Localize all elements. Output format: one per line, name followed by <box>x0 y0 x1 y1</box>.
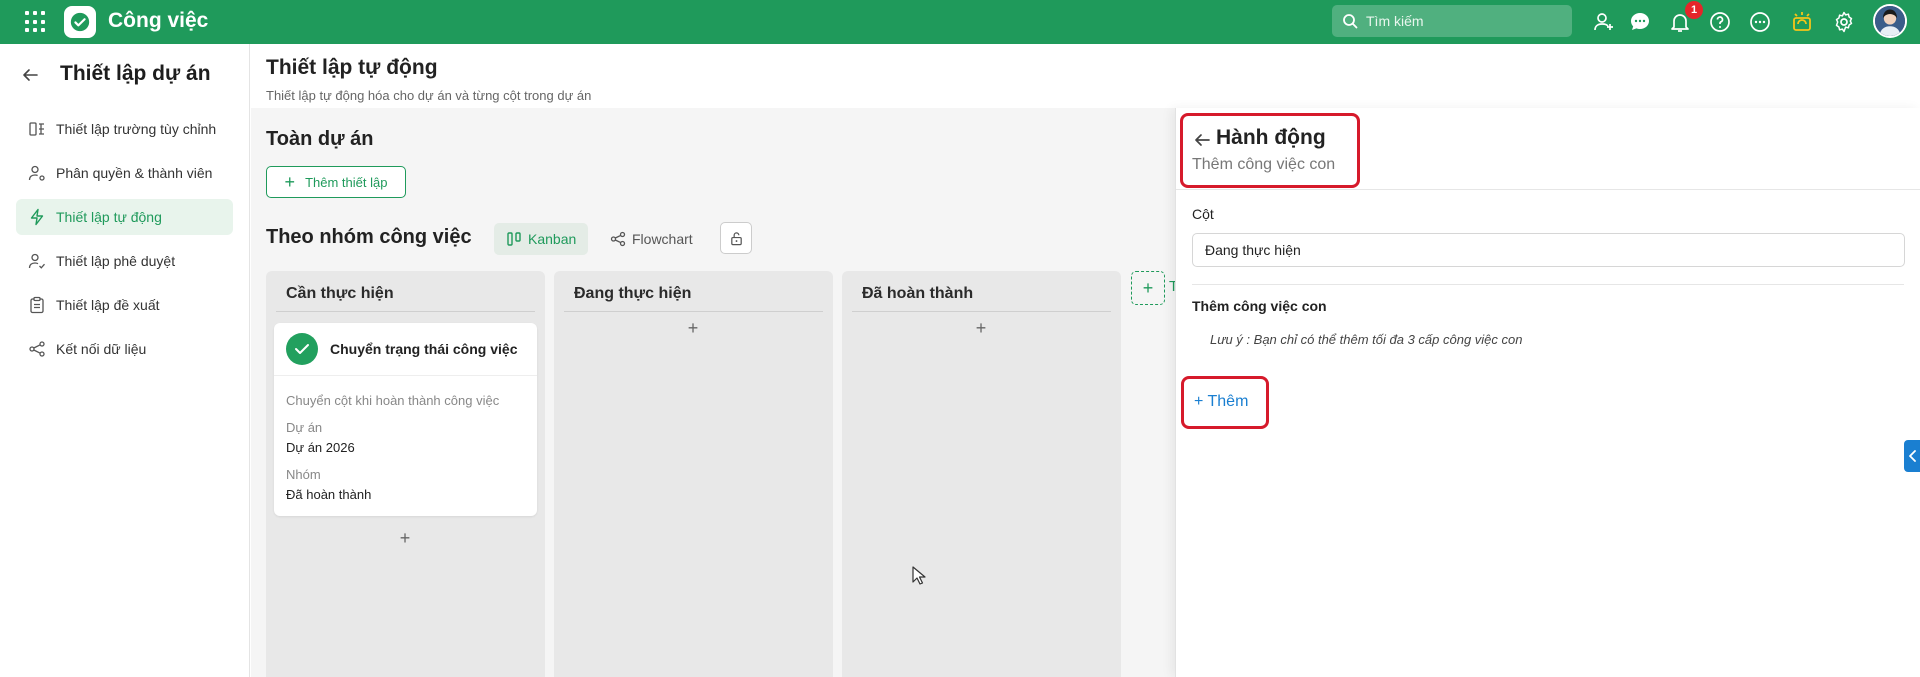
add-column-button[interactable]: + <box>1131 271 1165 305</box>
panel-divider <box>1192 284 1904 285</box>
column-field-label: Cột <box>1192 206 1214 222</box>
more-icon[interactable] <box>1748 10 1772 34</box>
back-arrow-icon[interactable] <box>1192 130 1212 150</box>
plus-icon: + <box>284 172 296 192</box>
tab-kanban-label: Kanban <box>528 231 577 247</box>
lock-button[interactable] <box>720 222 752 254</box>
sidebar-item-label: Thiết lập đề xuất <box>56 297 160 313</box>
app-grid-icon[interactable] <box>25 11 47 33</box>
custom-field-icon <box>29 122 44 136</box>
main-header: Thiết lập tự động Thiết lập tự động hóa … <box>251 44 1920 108</box>
highlight-box <box>1180 113 1360 188</box>
sidebar-item-custom-fields[interactable]: Thiết lập trường tùy chỉnh <box>16 111 233 147</box>
sun-screen-icon[interactable] <box>1790 10 1814 34</box>
check-circle-icon <box>286 333 318 365</box>
subtask-section-label: Thêm công việc con <box>1192 298 1327 314</box>
sidebar-item-label: Thiết lập tự động <box>56 209 162 225</box>
section-title-project: Toàn dự án <box>266 128 374 150</box>
kanban-column-done: Đã hoàn thành + <box>842 271 1121 677</box>
kanban-column-todo: Cần thực hiện Chuyển trạng thái công việ… <box>266 271 545 677</box>
panel-divider <box>1176 189 1920 190</box>
tab-flowchart-label: Flowchart <box>632 231 693 247</box>
search-placeholder: Tìm kiếm <box>1366 13 1424 29</box>
app-logo-icon <box>64 6 96 38</box>
sidebar-item-automation[interactable]: Thiết lập tự động <box>16 199 233 235</box>
card-project-value: Dự án 2026 <box>286 440 355 455</box>
clipboard-icon <box>30 296 44 314</box>
column-divider <box>564 311 823 312</box>
add-setup-label: Thêm thiết lập <box>305 174 388 190</box>
column-select-value: Đang thực hiện <box>1205 242 1301 258</box>
sidebar-item-permissions[interactable]: Phân quyền & thành viên <box>16 155 233 191</box>
share-nodes-icon <box>29 341 45 357</box>
gear-icon[interactable] <box>1832 10 1856 34</box>
avatar[interactable] <box>1873 4 1907 38</box>
column-title: Cần thực hiện <box>286 285 394 302</box>
add-user-icon[interactable] <box>1592 10 1616 34</box>
action-panel: Hành động Thêm công việc con Cột Đang th… <box>1175 108 1920 677</box>
lightning-icon <box>30 208 44 226</box>
chat-icon[interactable] <box>1628 10 1652 34</box>
search-input[interactable]: Tìm kiếm <box>1332 5 1572 37</box>
column-title: Đã hoàn thành <box>862 285 974 302</box>
card-title: Chuyển trạng thái công việc <box>330 341 518 357</box>
unlock-icon <box>731 232 742 246</box>
flowchart-icon <box>610 231 626 247</box>
add-card-plus-icon[interactable]: + <box>395 528 415 548</box>
app-title: Công việc <box>108 9 209 32</box>
sidebar-item-data-connect[interactable]: Kết nối dữ liệu <box>16 331 233 367</box>
section-title-group: Theo nhóm công việc <box>266 226 472 248</box>
panel-title: Hành động <box>1216 126 1326 149</box>
column-title: Đang thực hiện <box>574 285 692 302</box>
mouse-cursor-icon <box>912 566 926 585</box>
add-card-plus-icon[interactable]: + <box>971 318 991 338</box>
card-project-label: Dự án <box>286 420 323 435</box>
search-icon <box>1343 14 1358 29</box>
sidebar-title: Thiết lập dự án <box>60 62 211 85</box>
kanban-column-in-progress: Đang thực hiện + <box>554 271 833 677</box>
notification-badge: 1 <box>1685 1 1703 19</box>
chevron-left-icon <box>1909 450 1916 462</box>
panel-subtitle: Thêm công việc con <box>1192 156 1336 173</box>
tab-flowchart[interactable]: Flowchart <box>598 223 705 255</box>
back-arrow-icon[interactable] <box>20 65 40 85</box>
card-group-value: Đã hoàn thành <box>286 487 372 502</box>
sidebar: Thiết lập dự án Thiết lập trường tùy chỉ… <box>0 44 250 677</box>
card-divider <box>274 375 537 376</box>
add-card-plus-icon[interactable]: + <box>683 318 703 338</box>
collapse-panel-tab[interactable] <box>1904 440 1920 472</box>
column-select[interactable]: Đang thực hiện <box>1192 233 1905 267</box>
automation-content: Toàn dự án + Thêm thiết lập Theo nhóm cô… <box>251 108 1175 677</box>
user-check-icon <box>28 253 45 269</box>
add-subtask-button[interactable]: + Thêm <box>1194 393 1248 411</box>
automation-card[interactable]: Chuyển trạng thái công việc Chuyển cột k… <box>274 323 537 516</box>
help-icon[interactable] <box>1708 10 1732 34</box>
tab-kanban[interactable]: Kanban <box>494 223 589 255</box>
column-divider <box>852 311 1111 312</box>
sidebar-item-proposal[interactable]: Thiết lập đề xuất <box>16 287 233 323</box>
add-setup-button[interactable]: + Thêm thiết lập <box>266 166 406 198</box>
kanban-icon <box>507 232 521 246</box>
sidebar-item-label: Kết nối dữ liệu <box>56 341 147 357</box>
sidebar-item-approval[interactable]: Thiết lập phê duyệt <box>16 243 233 279</box>
subtask-note: Lưu ý : Bạn chỉ có thể thêm tối đa 3 cấp… <box>1210 332 1523 347</box>
sidebar-item-label: Thiết lập trường tùy chỉnh <box>56 121 217 137</box>
user-gear-icon <box>28 165 45 181</box>
top-bar: Công việc Tìm kiếm 1 <box>0 0 1920 44</box>
card-group-label: Nhóm <box>286 467 321 482</box>
page-subtitle: Thiết lập tự động hóa cho dự án và từng … <box>266 88 592 103</box>
page-title: Thiết lập tự động <box>266 56 438 79</box>
column-divider <box>276 311 535 312</box>
sidebar-item-label: Thiết lập phê duyệt <box>56 253 176 269</box>
sidebar-item-label: Phân quyền & thành viên <box>56 165 213 181</box>
card-description: Chuyển cột khi hoàn thành công việc <box>286 393 500 408</box>
